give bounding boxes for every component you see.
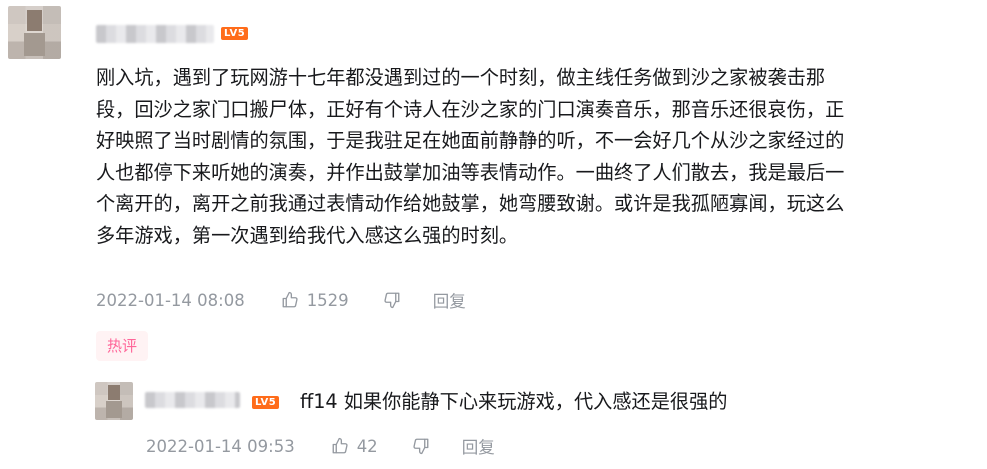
comment-time: 2022-01-14 08:08: [96, 290, 245, 310]
comment-meta: 2022-01-14 08:08 1529 回复: [96, 288, 466, 312]
like-count: 1529: [306, 290, 349, 310]
reply-username-blurred[interactable]: [145, 392, 240, 408]
hot-comment-badge: 热评: [96, 331, 148, 361]
thumbs-up-icon[interactable]: [281, 291, 299, 309]
avatar[interactable]: [8, 6, 61, 59]
comment-line: 多年游戏，第一次遇到给我代入感这么强的时刻。: [96, 223, 519, 247]
comment-line: 好映照了当时剧情的氛围，于是我驻足在她面前静静的听，不一会好几个从沙之家经过的: [96, 129, 845, 152]
reply-meta: 2022-01-14 09:53 42 回复: [146, 434, 495, 458]
reply-button[interactable]: 回复: [433, 288, 466, 312]
thumbs-up-icon[interactable]: [331, 437, 349, 455]
reply-like-count: 42: [356, 436, 378, 456]
thumbs-down-icon[interactable]: [383, 291, 401, 309]
reply-avatar[interactable]: [95, 382, 133, 420]
comment-text: 刚入坑，遇到了玩网游十七年都没遇到过的一个时刻，做主线任务做到沙之家被袭击那 段…: [96, 62, 976, 251]
comment-line: 段，回沙之家门口搬尸体，正好有个诗人在沙之家的门口演奏音乐，那音乐还很哀伤，正: [96, 97, 845, 121]
reply-text: ff14 如果你能静下心来玩游戏，代入感还是很强的: [300, 390, 728, 413]
reply-time: 2022-01-14 09:53: [146, 436, 295, 456]
comment-line: 刚入坑，遇到了玩网游十七年都没遇到过的一个时刻，做主线任务做到沙之家被袭击那: [96, 66, 826, 89]
comment-line: 人也都停下来听她的演奏，并作出鼓掌加油等表情动作。一曲终了人们散去，我是最后一: [96, 160, 845, 184]
username-blurred[interactable]: [96, 25, 214, 43]
level-badge: LV5: [221, 27, 249, 40]
reply-level-badge: LV5: [252, 396, 280, 409]
comment-line: 个离开的，离开之前我通过表情动作给她鼓掌，她弯腰致谢。或许是我孤陋寡闻，玩这么: [96, 192, 845, 215]
reply-button[interactable]: 回复: [462, 434, 495, 458]
thumbs-down-icon[interactable]: [412, 437, 430, 455]
